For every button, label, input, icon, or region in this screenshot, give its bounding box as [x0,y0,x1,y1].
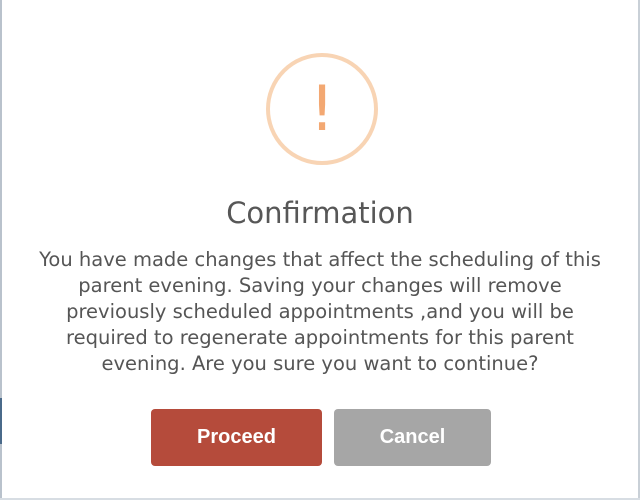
screen-frame: ! Confirmation You have made changes tha… [0,0,640,500]
confirmation-dialog: ! Confirmation You have made changes tha… [0,0,640,500]
dialog-title: Confirmation [226,196,414,230]
dialog-message: You have made changes that affect the sc… [39,248,601,375]
exclamation-icon: ! [266,53,378,165]
exclamation-glyph: ! [309,72,335,145]
cancel-button[interactable]: Cancel [334,409,491,466]
proceed-button[interactable]: Proceed [151,409,322,466]
